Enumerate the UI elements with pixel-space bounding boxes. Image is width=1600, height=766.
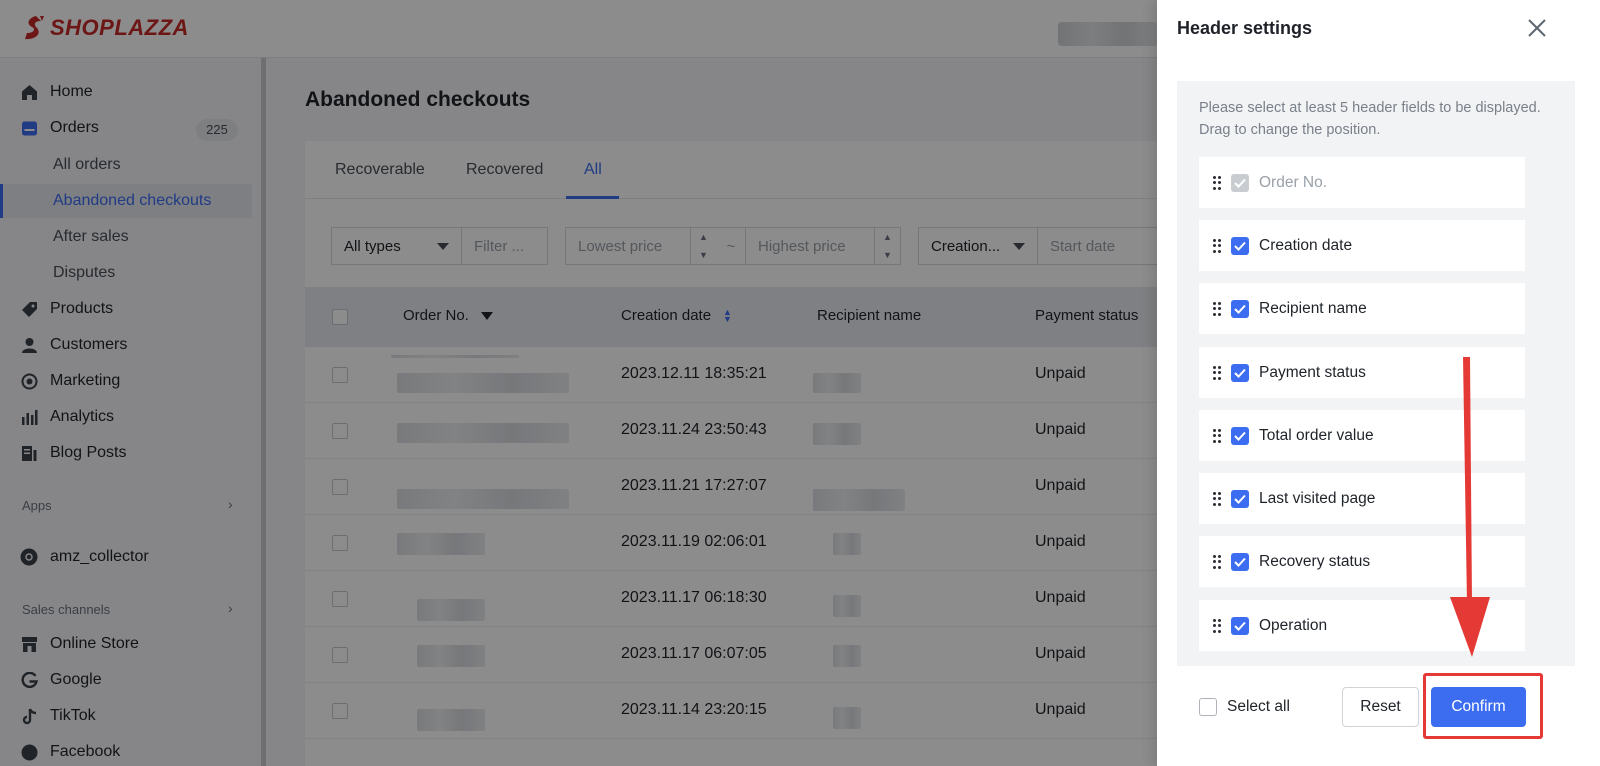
confirm-button[interactable]: Confirm bbox=[1431, 687, 1526, 727]
annotation-arrow-icon bbox=[1450, 357, 1490, 657]
close-icon[interactable] bbox=[1523, 14, 1551, 42]
drag-handle-icon[interactable] bbox=[1213, 238, 1223, 253]
checkbox-checked[interactable] bbox=[1231, 552, 1249, 571]
checkbox-checked[interactable] bbox=[1231, 426, 1249, 445]
field-label: Payment status bbox=[1259, 363, 1366, 381]
field-label: Total order value bbox=[1259, 426, 1374, 444]
drag-handle-icon[interactable] bbox=[1213, 175, 1223, 190]
header-field-recipient-name[interactable]: Recipient name bbox=[1199, 283, 1525, 334]
modal-backdrop[interactable] bbox=[0, 0, 1157, 766]
header-settings-panel: Header settings Please select at least 5… bbox=[1157, 0, 1600, 766]
checkbox-checked[interactable] bbox=[1231, 363, 1249, 382]
header-field-order-no[interactable]: Order No. bbox=[1199, 157, 1525, 208]
drag-handle-icon[interactable] bbox=[1213, 554, 1223, 569]
field-label: Recipient name bbox=[1259, 299, 1367, 317]
field-label: Creation date bbox=[1259, 236, 1353, 254]
checkbox-checked[interactable] bbox=[1231, 299, 1249, 318]
checkbox-checked-disabled bbox=[1231, 173, 1249, 192]
panel-title: Header settings bbox=[1177, 18, 1313, 38]
drag-handle-icon[interactable] bbox=[1213, 365, 1223, 380]
checkbox-checked[interactable] bbox=[1231, 616, 1249, 635]
checkbox-checked[interactable] bbox=[1231, 236, 1249, 255]
drag-handle-icon[interactable] bbox=[1213, 428, 1223, 443]
select-all-label[interactable]: Select all bbox=[1227, 698, 1290, 716]
panel-description: Please select at least 5 header fields t… bbox=[1199, 100, 1541, 138]
field-label: Last visited page bbox=[1259, 489, 1376, 507]
reset-button[interactable]: Reset bbox=[1342, 687, 1419, 727]
fields-list-scrollbar[interactable] bbox=[1570, 81, 1575, 666]
field-label: Recovery status bbox=[1259, 552, 1371, 570]
header-fields-list: Please select at least 5 header fields t… bbox=[1177, 81, 1575, 666]
drag-handle-icon[interactable] bbox=[1213, 301, 1223, 316]
checkbox-checked[interactable] bbox=[1231, 489, 1249, 508]
drag-handle-icon[interactable] bbox=[1213, 491, 1223, 506]
select-all-checkbox[interactable] bbox=[1199, 698, 1217, 716]
field-label: Operation bbox=[1259, 616, 1328, 634]
header-field-creation-date[interactable]: Creation date bbox=[1199, 220, 1525, 271]
drag-handle-icon[interactable] bbox=[1213, 618, 1223, 633]
field-label: Order No. bbox=[1259, 173, 1328, 191]
